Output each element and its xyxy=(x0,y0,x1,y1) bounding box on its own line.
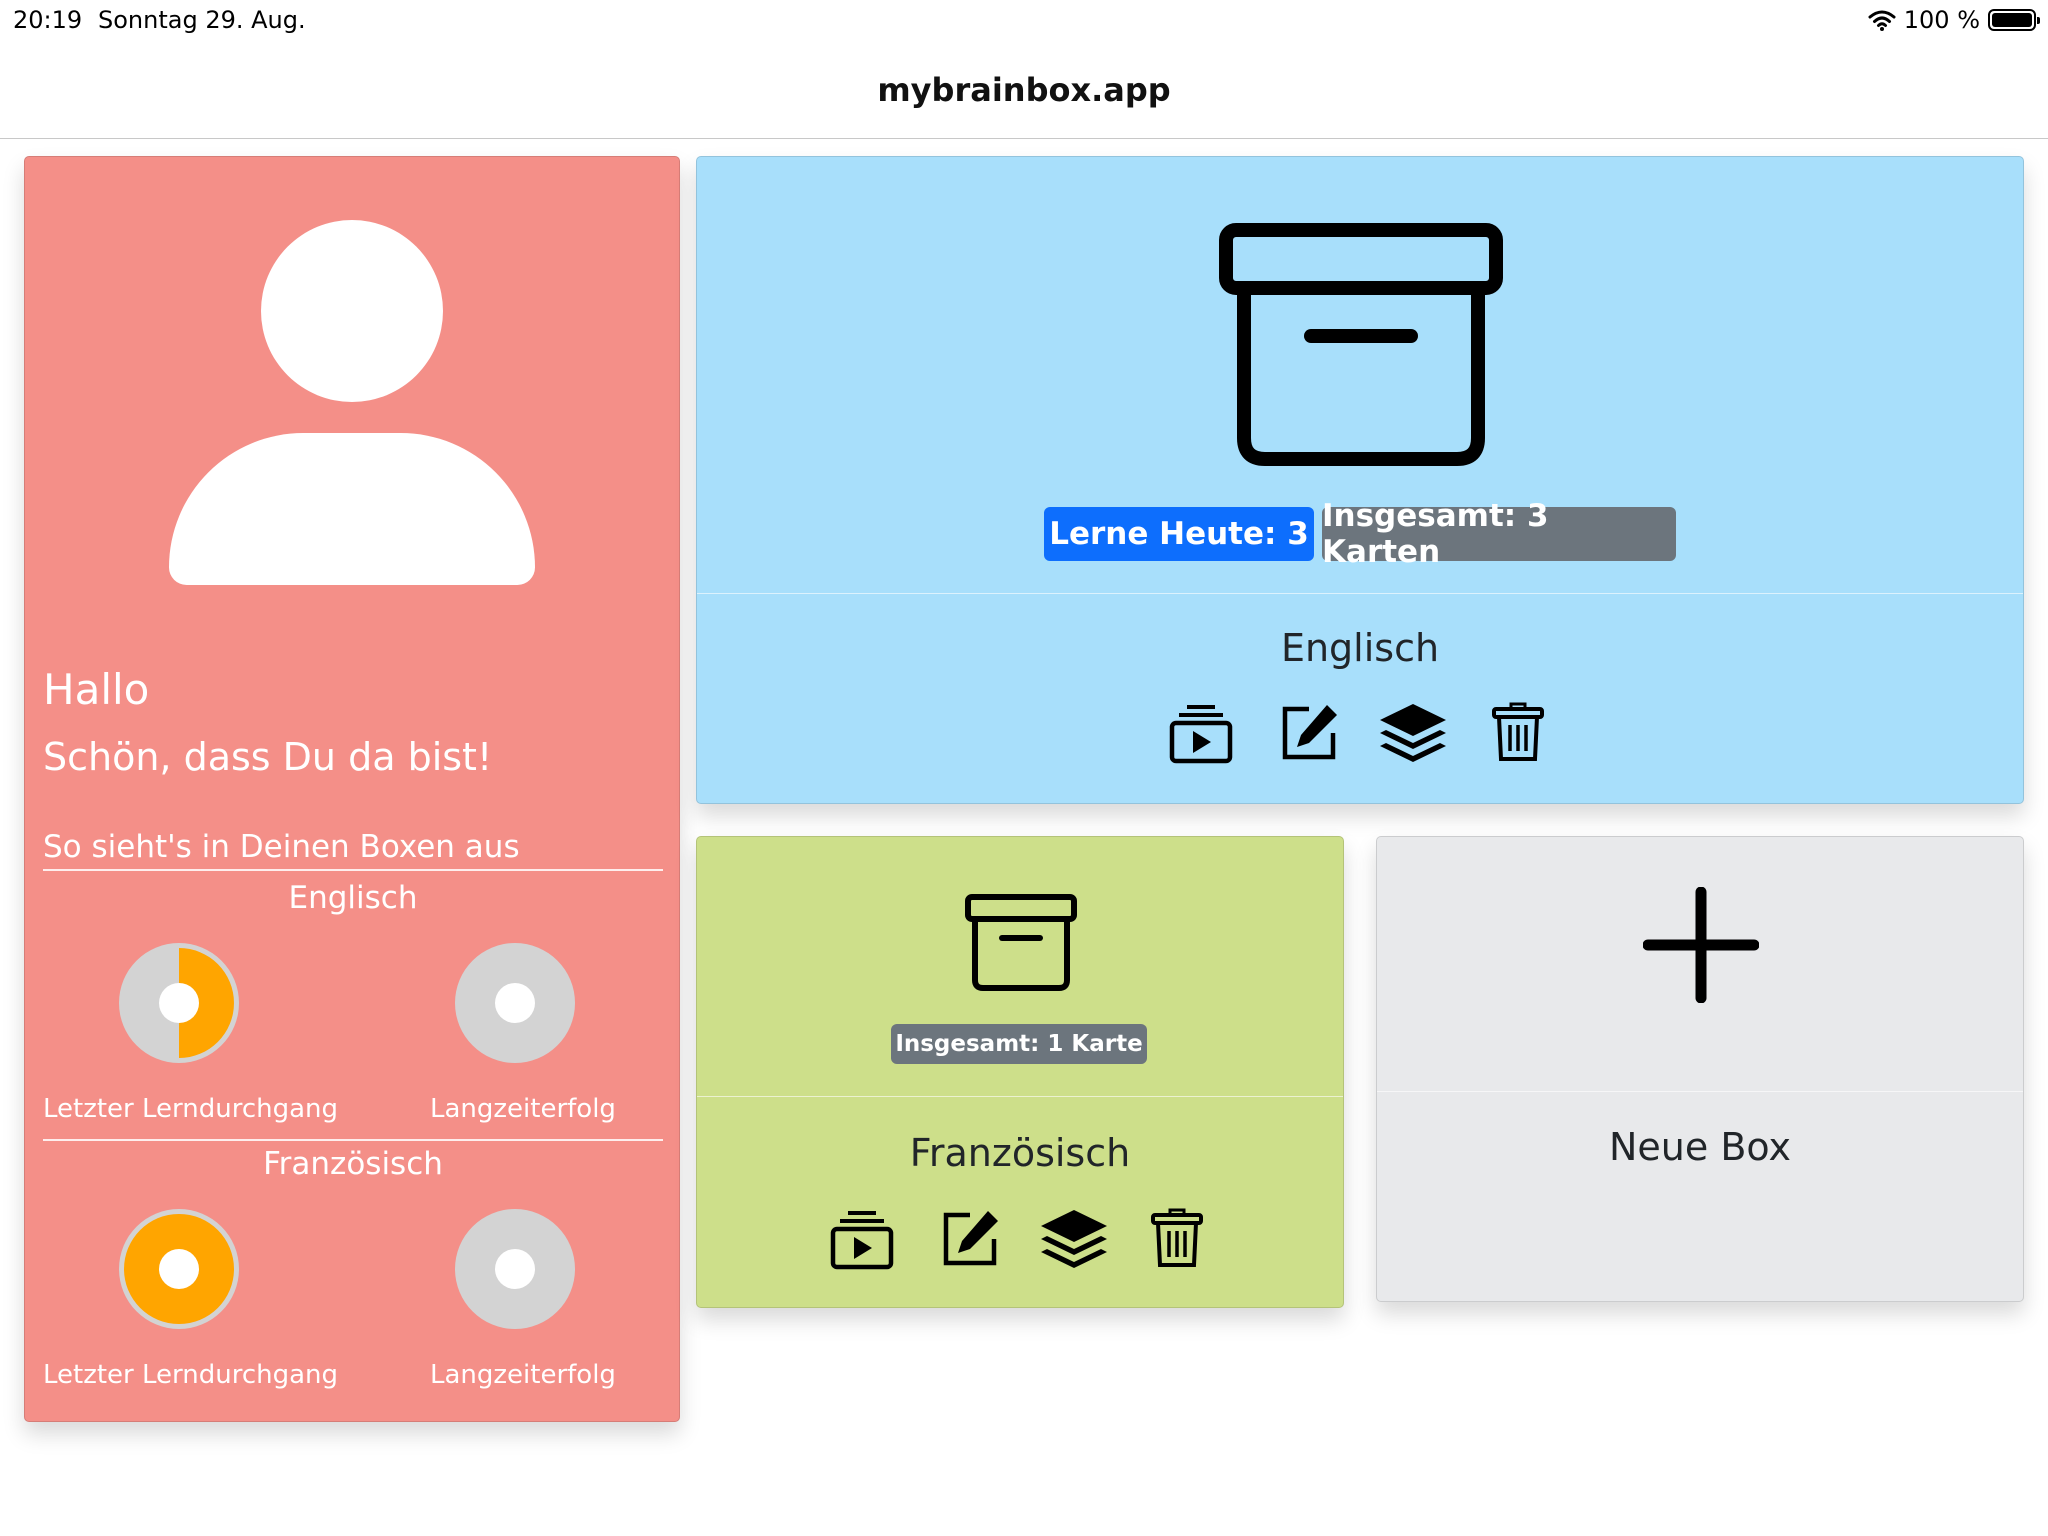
status-right: 100 % xyxy=(1868,6,2040,34)
trash-icon[interactable] xyxy=(1150,1207,1204,1269)
welcome-text: Schön, dass Du da bist! xyxy=(43,735,493,779)
wifi-icon xyxy=(1868,10,1896,31)
edit-icon[interactable] xyxy=(940,1207,1002,1269)
user-avatar-icon xyxy=(261,220,443,402)
status-time: 20:19 xyxy=(13,6,83,34)
box-title[interactable]: Französisch xyxy=(697,1131,1343,1175)
card-divider xyxy=(697,1096,1343,1097)
profile-card: Hallo Schön, dass Du da bist! So sieht's… xyxy=(24,156,680,1422)
section-title-franzoesisch: Französisch xyxy=(263,1146,443,1182)
card-divider xyxy=(697,593,2023,594)
archive-box-icon xyxy=(965,894,1077,991)
edit-icon[interactable] xyxy=(1279,701,1341,763)
new-box-card[interactable]: Neue Box xyxy=(1376,836,2024,1302)
greeting: Hallo xyxy=(43,665,150,714)
address-bar[interactable]: mybrainbox.app xyxy=(0,42,2048,139)
last-run-label: Letzter Lerndurchgang xyxy=(43,1360,339,1390)
box-card-franzoesisch[interactable]: Insgesamt: 1 Karte Französisch xyxy=(696,836,1344,1308)
layers-icon[interactable] xyxy=(1378,702,1448,766)
trash-icon[interactable] xyxy=(1491,701,1545,763)
section-divider xyxy=(43,1139,663,1141)
boxes-overview-heading: So sieht's in Deinen Boxen aus xyxy=(43,829,663,871)
user-avatar-body xyxy=(169,433,535,585)
last-run-chart-englisch xyxy=(119,943,239,1063)
archive-box-icon xyxy=(1219,223,1503,466)
box-card-englisch[interactable]: Lerne Heute: 3 Insgesamt: 3 Karten Engli… xyxy=(696,156,2024,804)
play-cards-icon[interactable] xyxy=(1169,703,1233,765)
new-box-label[interactable]: Neue Box xyxy=(1377,1125,2023,1169)
learn-today-badge: Lerne Heute: 3 xyxy=(1044,507,1314,561)
section-title-englisch: Englisch xyxy=(288,880,418,916)
play-cards-icon[interactable] xyxy=(830,1209,894,1271)
url-text: mybrainbox.app xyxy=(877,71,1171,109)
layers-icon[interactable] xyxy=(1039,1208,1109,1272)
battery-percent: 100 % xyxy=(1903,6,1980,34)
last-run-chart-franzoesisch xyxy=(119,1209,239,1329)
total-cards-badge: Insgesamt: 1 Karte xyxy=(891,1024,1147,1064)
long-term-chart-englisch xyxy=(455,943,575,1063)
long-term-label: Langzeiterfolg xyxy=(430,1360,616,1390)
total-cards-badge: Insgesamt: 3 Karten xyxy=(1322,498,1676,570)
battery-icon xyxy=(1988,9,2040,31)
long-term-label: Langzeiterfolg xyxy=(430,1094,616,1124)
box-title[interactable]: Englisch xyxy=(697,626,2023,670)
last-run-label: Letzter Lerndurchgang xyxy=(43,1094,339,1124)
plus-icon[interactable] xyxy=(1643,887,1759,1003)
card-divider xyxy=(1377,1091,2023,1092)
status-date: Sonntag 29. Aug. xyxy=(98,6,306,34)
status-bar: 20:19 Sonntag 29. Aug. 100 % xyxy=(0,0,2048,42)
long-term-chart-franzoesisch xyxy=(455,1209,575,1329)
